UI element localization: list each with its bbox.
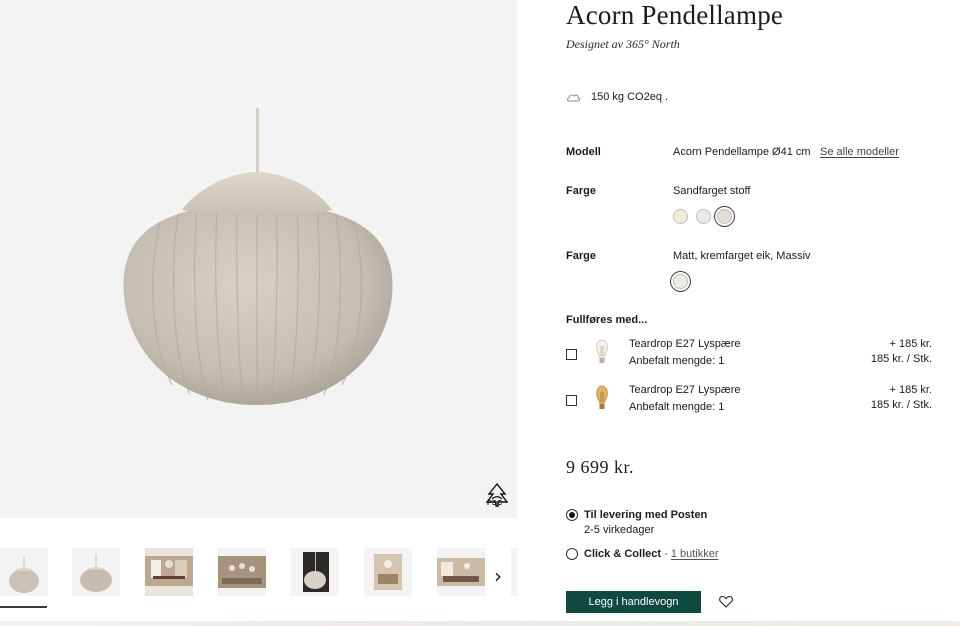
color-value-wood: Matt, kremfarget eik, Massiv <box>673 250 811 262</box>
thumbnail-partial <box>511 548 517 596</box>
active-thumbnail-indicator <box>0 606 47 608</box>
pendant-lamp-image <box>123 108 393 406</box>
addon-quantity: Anbefalt mengde: 1 <box>629 355 725 367</box>
addon-quantity: Anbefalt mengde: 1 <box>629 401 725 413</box>
thumbnail-hallway[interactable] <box>218 548 266 596</box>
thumbnail-dark-detail[interactable] <box>291 548 339 596</box>
swatch-cream[interactable] <box>673 209 688 224</box>
thumbnail-lamp-side[interactable] <box>72 548 120 596</box>
thumbnail-dining-room[interactable] <box>145 548 193 596</box>
add-to-cart-button[interactable]: Legg i handlevogn <box>566 591 701 613</box>
swatch-light-grey[interactable] <box>696 209 711 224</box>
addons-heading: Fullføres med... <box>566 314 648 326</box>
addon-checkbox[interactable] <box>566 349 577 360</box>
addon-checkbox[interactable] <box>566 395 577 406</box>
clear-bulb-icon <box>596 339 608 363</box>
color-value-fabric: Sandfarget stoff <box>673 185 751 197</box>
product-title: Acorn Pendellampe <box>566 0 784 30</box>
click-collect-option[interactable]: Click & Collect - 1 butikker <box>584 548 719 560</box>
addon-item: Teardrop E27 Lyspære Anbefalt mengde: 1 … <box>566 338 936 382</box>
addon-item: Teardrop E27 Lyspære Anbefalt mengde: 1 … <box>566 384 936 428</box>
product-designer: Designet av 365° North <box>566 37 680 51</box>
model-label: Modell <box>566 146 601 158</box>
product-gallery: FSC › <box>0 0 517 626</box>
delivery-post-radio[interactable] <box>566 509 578 521</box>
addon-price: + 185 kr. <box>889 338 932 350</box>
addon-name: Teardrop E27 Lyspære <box>629 338 741 350</box>
page-bottom-strip <box>0 621 960 626</box>
model-value: Acorn Pendellampe Ø41 cm <box>673 146 811 158</box>
click-collect-radio[interactable] <box>566 548 578 560</box>
thumbnail-strip: › <box>0 540 517 610</box>
product-details: Acorn Pendellampe Designet av 365° North… <box>566 0 946 626</box>
store-count-link[interactable]: 1 butikker <box>671 548 719 560</box>
product-price: 9 699 kr. <box>566 457 635 477</box>
amber-bulb-icon <box>596 385 608 409</box>
addon-unit-price: 185 kr. / Stk. <box>870 399 932 411</box>
color-label-fabric: Farge <box>566 185 596 197</box>
thumbnail-lamp-front[interactable] <box>0 548 48 596</box>
swatch-cream-oak-selected[interactable] <box>673 274 688 289</box>
thumbnail-kitchen[interactable] <box>437 548 485 596</box>
addon-name: Teardrop E27 Lyspære <box>629 384 741 396</box>
cloud-icon <box>567 94 580 102</box>
see-all-models-link[interactable]: Se alle modeller <box>820 146 899 158</box>
delivery-post-time: 2-5 virkedager <box>584 524 655 536</box>
chevron-right-icon[interactable]: › <box>494 564 502 588</box>
delivery-post-title[interactable]: Til levering med Posten <box>584 509 707 521</box>
addon-unit-price: 185 kr. / Stk. <box>870 353 932 365</box>
color-label-wood: Farge <box>566 250 596 262</box>
co2-info: 150 kg CO2eq . <box>566 91 668 103</box>
heart-icon[interactable] <box>719 595 733 608</box>
swatch-sand-selected[interactable] <box>717 209 732 224</box>
thumbnail-living-room[interactable] <box>364 548 412 596</box>
click-collect-title: Click & Collect <box>584 548 662 560</box>
fsc-label: FSC <box>487 500 503 507</box>
co2-value: 150 kg CO2eq . <box>591 91 669 103</box>
addon-price: + 185 kr. <box>889 384 932 396</box>
click-collect-separator: - <box>661 548 671 560</box>
main-product-image[interactable]: FSC <box>0 0 517 518</box>
